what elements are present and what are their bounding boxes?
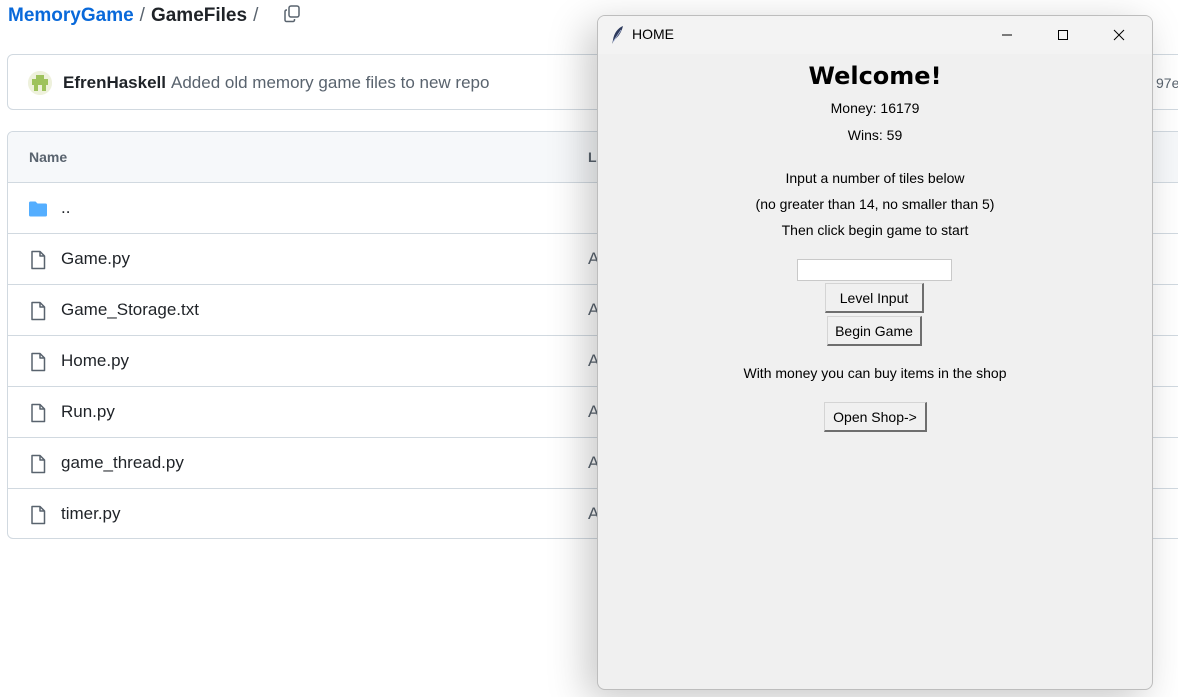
wins-label: Wins: 59 xyxy=(847,127,903,143)
commit-hash[interactable]: 97e xyxy=(1156,75,1178,91)
folder-icon xyxy=(29,201,47,217)
avatar[interactable] xyxy=(28,71,52,95)
close-icon xyxy=(1113,29,1125,41)
file-icon xyxy=(31,352,46,372)
breadcrumb: MemoryGame / GameFiles / xyxy=(8,2,264,30)
breadcrumb-separator: / xyxy=(253,5,259,26)
level-input-field[interactable] xyxy=(797,259,952,281)
commit-message[interactable]: Added old memory game files to new repo xyxy=(171,73,489,93)
start-hint-label: Then click begin game to start xyxy=(781,222,969,238)
file-icon xyxy=(31,301,46,321)
minimize-button[interactable] xyxy=(979,16,1035,54)
copy-icon xyxy=(284,5,300,23)
file-name[interactable]: Home.py xyxy=(61,351,129,371)
feather-icon xyxy=(612,26,623,44)
instruction-label: Input a number of tiles below xyxy=(785,170,965,186)
window-title: HOME xyxy=(632,26,674,42)
current-folder: GameFiles xyxy=(150,5,248,26)
file-name[interactable]: game_thread.py xyxy=(61,453,184,473)
repo-link[interactable]: MemoryGame xyxy=(8,5,134,27)
copy-path-button[interactable] xyxy=(280,2,304,26)
home-window: HOME Welcome! Money: 16179 Wins: 59 Inpu… xyxy=(597,15,1153,690)
level-input-button[interactable]: Level Input xyxy=(825,283,924,313)
money-label: Money: 16179 xyxy=(830,100,920,116)
shop-info-label: With money you can buy items in the shop xyxy=(743,365,1007,381)
file-icon xyxy=(31,454,46,474)
file-name[interactable]: Run.py xyxy=(61,402,115,422)
commit-author[interactable]: EfrenHaskell xyxy=(63,73,166,93)
maximize-button[interactable] xyxy=(1035,16,1091,54)
column-name-header: Name xyxy=(29,149,68,165)
begin-game-button[interactable]: Begin Game xyxy=(827,316,922,346)
file-name[interactable]: Game_Storage.txt xyxy=(61,300,199,320)
maximize-icon xyxy=(1058,30,1068,40)
file-icon xyxy=(31,250,46,270)
file-name[interactable]: timer.py xyxy=(61,504,121,524)
file-icon xyxy=(31,505,46,525)
welcome-heading: Welcome! xyxy=(808,62,942,90)
minimize-icon xyxy=(1002,34,1012,36)
range-label: (no greater than 14, no smaller than 5) xyxy=(755,196,995,212)
open-shop-button[interactable]: Open Shop-> xyxy=(824,402,927,432)
file-icon xyxy=(31,403,46,423)
breadcrumb-separator: / xyxy=(139,5,145,26)
file-name[interactable]: .. xyxy=(61,198,70,218)
file-name[interactable]: Game.py xyxy=(61,249,130,269)
window-titlebar[interactable]: HOME xyxy=(598,16,1152,54)
close-button[interactable] xyxy=(1091,16,1147,54)
